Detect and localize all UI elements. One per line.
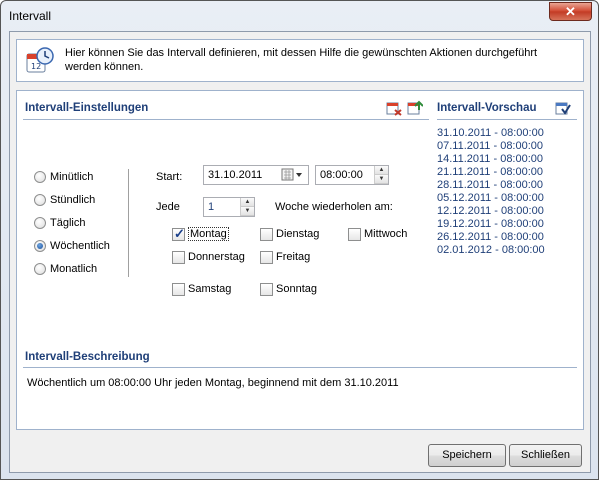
radio-weekly-indicator[interactable] [34,240,46,252]
spin-up-icon[interactable]: ▲ [375,166,388,175]
radio-minutely[interactable]: Minütlich [34,170,93,184]
preview-item: 12.12.2011 - 08:00:00 [437,205,544,217]
checkbox-thursday[interactable]: Donnerstag [172,250,245,264]
checkbox-wednesday[interactable]: Mittwoch [348,227,407,241]
checkbox-wednesday-label: Mittwoch [364,228,408,240]
window-title: Intervall [9,9,52,23]
checkbox-thursday-label: Donnerstag [188,251,245,263]
preview-item: 02.01.2012 - 08:00:00 [437,244,545,256]
checkbox-saturday[interactable]: Samstag [172,282,231,296]
options-divider [128,169,129,277]
preview-divider [437,119,577,120]
checkbox-monday[interactable]: Montag [172,226,229,242]
close-button[interactable]: Schließen [509,444,582,467]
checkbox-sunday[interactable]: Sonntag [260,282,317,296]
start-label: Start: [156,171,183,183]
checkbox-friday-box[interactable] [260,250,273,264]
svg-text:12: 12 [31,62,41,71]
calendar-add-icon[interactable] [407,100,423,116]
radio-minutely-indicator[interactable] [34,171,46,183]
save-button[interactable]: Speichern [428,444,506,467]
settings-divider [23,119,429,120]
radio-daily[interactable]: Täglich [34,216,85,230]
preview-item: 21.11.2011 - 08:00:00 [437,166,544,178]
radio-daily-indicator[interactable] [34,217,46,229]
every-value: 1 [208,201,215,213]
title-bar[interactable]: Intervall ✕ [1,1,598,31]
calendar-refresh-icon[interactable] [555,100,571,116]
radio-weekly-label: Wöchentlich [50,240,110,252]
radio-monthly-label: Monatlich [50,263,98,275]
checkbox-sunday-label: Sonntag [276,283,317,295]
radio-daily-label: Täglich [50,217,86,229]
checkbox-thursday-box[interactable] [172,250,185,264]
description-divider [23,367,577,368]
radio-hourly-label: Stündlich [50,194,96,206]
spin-down-icon[interactable]: ▼ [241,207,254,216]
radio-monthly-indicator[interactable] [34,263,46,275]
radio-hourly[interactable]: Stündlich [34,193,95,207]
close-window-button[interactable]: ✕ [549,2,592,21]
calendar-clock-icon: 12 [26,47,54,73]
checkbox-monday-label: Montag [188,227,229,241]
checkbox-friday[interactable]: Freitag [260,250,310,264]
every-stepper[interactable]: 1 ▲ ▼ [203,197,255,217]
checkbox-friday-label: Freitag [276,251,311,263]
calendar-delete-icon[interactable] [386,100,402,116]
preview-item: 26.12.2011 - 08:00:00 [437,231,544,243]
start-date-picker[interactable]: 31.10.2011 [203,165,309,185]
dialog-body: 12 Hier können Sie das Intervall definie… [9,31,591,473]
preview-list: 31.10.2011 - 08:00:00 07.11.2011 - 08:00… [437,127,545,257]
info-text: Hier können Sie das Intervall definieren… [65,47,538,73]
radio-weekly[interactable]: Wöchentlich [34,239,110,253]
dialog-window: Intervall ✕ 12 Hier können Sie das Inter… [0,0,599,480]
checkbox-tuesday[interactable]: Dienstag [260,227,319,241]
radio-monthly[interactable]: Monatlich [34,262,97,276]
checkbox-wednesday-box[interactable] [348,227,361,241]
description-title: Intervall-Beschreibung [25,351,150,363]
every-spinner[interactable]: ▲ ▼ [240,198,254,216]
start-date-value: 31.10.2011 [208,169,263,181]
preview-item: 31.10.2011 - 08:00:00 [437,127,544,139]
checkbox-sunday-box[interactable] [260,282,273,296]
preview-item: 07.11.2011 - 08:00:00 [437,140,544,152]
spin-up-icon[interactable]: ▲ [241,198,254,207]
every-label: Jede [156,201,180,213]
start-time-field[interactable]: 08:00:00 ▲ ▼ [315,165,389,185]
start-time-value: 08:00:00 [320,169,363,181]
checkbox-tuesday-box[interactable] [260,227,273,241]
preview-item: 14.11.2011 - 08:00:00 [437,153,544,165]
radio-hourly-indicator[interactable] [34,194,46,206]
main-panel: Intervall-Einstellungen Intervall-Vorsch… [16,90,584,430]
spin-down-icon[interactable]: ▼ [375,175,388,184]
time-spinner[interactable]: ▲ ▼ [374,166,388,184]
repeat-label: Woche wiederholen am: [275,201,393,213]
checkbox-tuesday-label: Dienstag [276,228,320,240]
checkbox-monday-box[interactable] [172,226,185,242]
info-box: 12 Hier können Sie das Intervall definie… [16,39,584,82]
settings-title: Intervall-Einstellungen [25,102,149,114]
preview-item: 05.12.2011 - 08:00:00 [437,192,544,204]
description-text: Wöchentlich um 08:00:00 Uhr jeden Montag… [27,377,399,389]
checkbox-saturday-label: Samstag [188,283,232,295]
preview-item: 28.11.2011 - 08:00:00 [437,179,544,191]
calendar-dropdown-icon[interactable] [280,167,306,183]
checkbox-saturday-box[interactable] [172,282,185,296]
preview-title: Intervall-Vorschau [437,102,537,114]
preview-item: 19.12.2011 - 08:00:00 [437,218,544,230]
radio-minutely-label: Minütlich [50,171,94,183]
